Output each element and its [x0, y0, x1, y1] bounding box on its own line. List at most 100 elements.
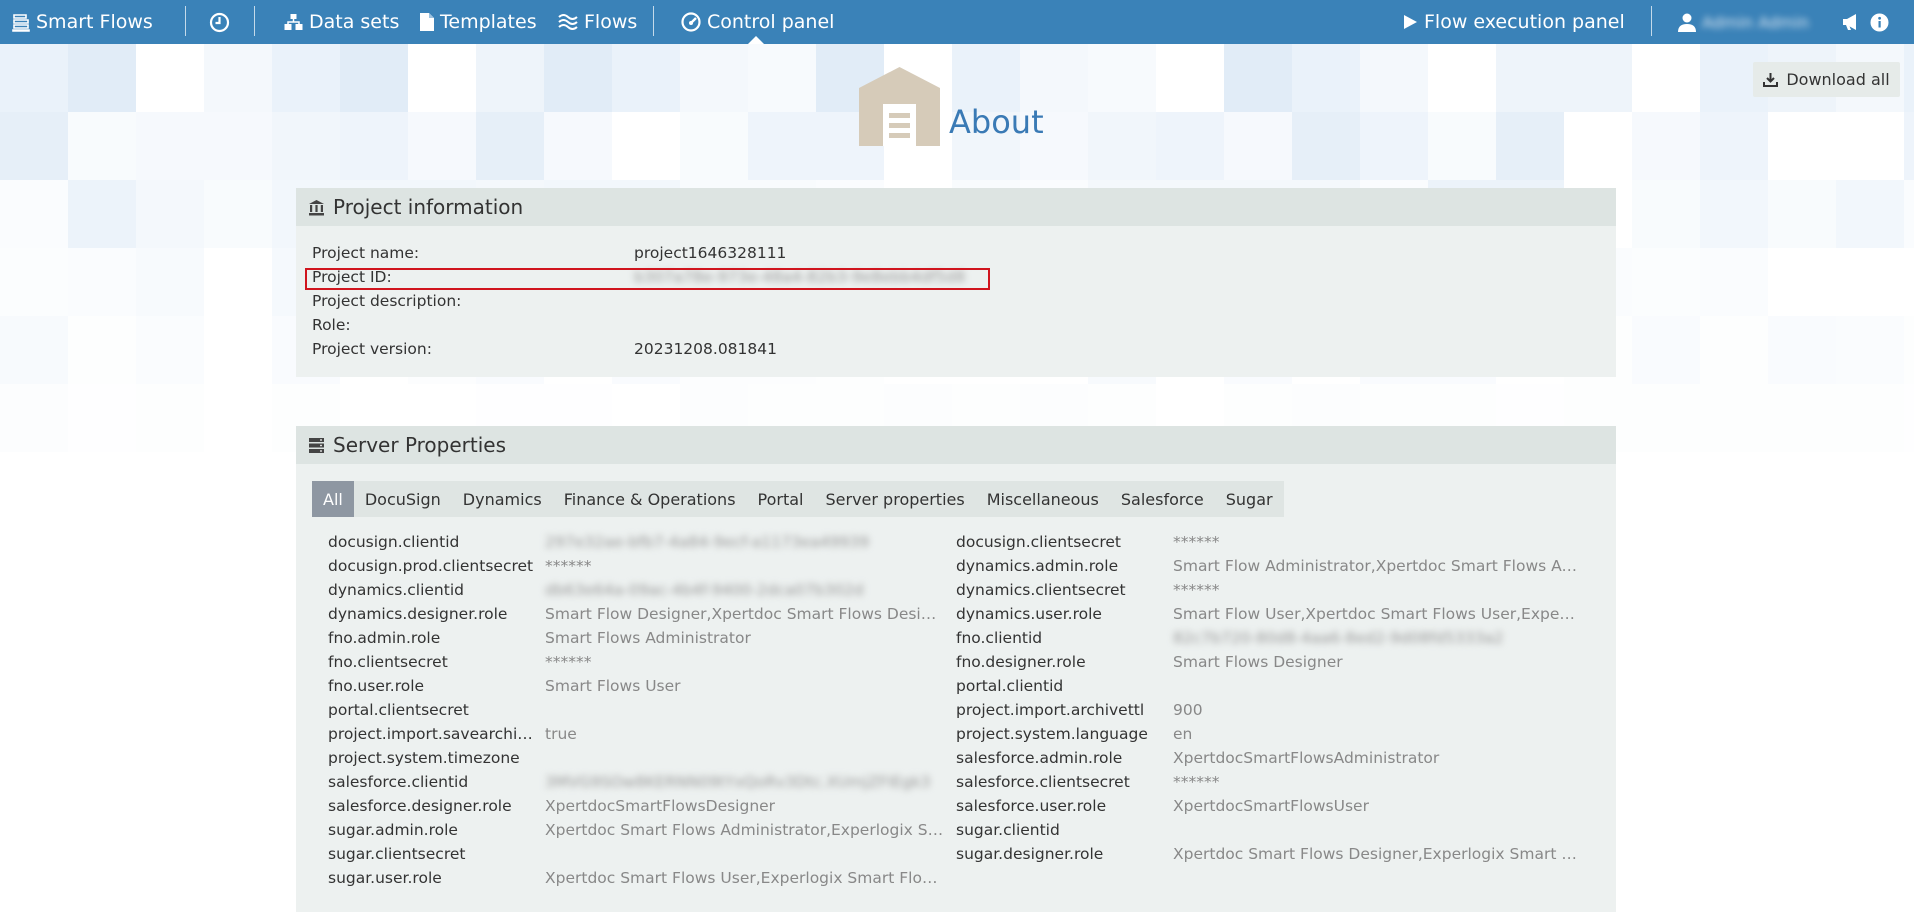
property-key: salesforce.admin.role: [956, 749, 1123, 767]
property-key: salesforce.clientid: [328, 773, 469, 791]
property-key: sugar.designer.role: [956, 845, 1104, 863]
project-info-label: Project description:: [312, 292, 462, 310]
flow-execution-panel-link[interactable]: Flow execution panel: [1403, 0, 1625, 44]
project-info-value: project1646328111: [634, 244, 787, 262]
download-all-button[interactable]: Download all: [1753, 62, 1900, 97]
property-value: Xpertdoc Smart Flows User,Experlogix Sma…: [545, 869, 945, 887]
institution-icon: [309, 199, 324, 215]
play-icon: [1404, 15, 1417, 29]
property-value: ******: [545, 557, 592, 575]
property-key: dynamics.user.role: [956, 605, 1102, 623]
info-button[interactable]: [1870, 0, 1889, 44]
brand-link[interactable]: Smart Flows: [12, 0, 153, 44]
active-tab-caret: [748, 36, 764, 44]
nav-control-panel-label: Control panel: [707, 11, 835, 33]
property-key: docusign.prod.clientsecret: [328, 557, 534, 575]
user-menu[interactable]: Admin Admin: [1678, 0, 1809, 44]
property-key: docusign.clientid: [328, 533, 460, 551]
dashboard-icon: [681, 12, 701, 32]
project-information-header: Project information: [296, 188, 1616, 226]
project-information-title: Project information: [333, 195, 524, 219]
property-key: sugar.clientsecret: [328, 845, 466, 863]
property-value: Xpertdoc Smart Flows Designer,Experlogix…: [1173, 845, 1578, 863]
sitemap-icon: [284, 14, 303, 30]
announcements-button[interactable]: [1842, 0, 1862, 44]
project-info-value: 20231208.081841: [634, 340, 777, 358]
info-icon: [1870, 13, 1889, 31]
property-key: salesforce.clientsecret: [956, 773, 1130, 791]
property-value: Smart Flows User: [545, 677, 681, 695]
property-key: salesforce.designer.role: [328, 797, 512, 815]
nav-data-sets[interactable]: Data sets: [284, 0, 399, 44]
tab-all[interactable]: All: [312, 481, 354, 517]
property-value: ******: [1173, 773, 1220, 791]
property-value: Smart Flows Designer: [1173, 653, 1343, 671]
property-value: ******: [1173, 581, 1220, 599]
property-key: dynamics.designer.role: [328, 605, 508, 623]
property-value: 82c7b720-80d8-4aa6-8ed2-9d08fd5333a2: [1173, 629, 1504, 647]
property-value: XpertdocSmartFlowsUser: [1173, 797, 1369, 815]
property-key: project.import.archivettl: [956, 701, 1145, 719]
property-value: ******: [1173, 533, 1220, 551]
property-tabs: All DocuSign Dynamics Finance & Operations P…: [312, 481, 1284, 517]
property-value: Smart Flow Designer,Xpertdoc Smart Flows…: [545, 605, 945, 623]
property-value: XpertdocSmartFlowsAdministrator: [1173, 749, 1440, 767]
smart-flows-logo-icon: [12, 14, 30, 32]
server-properties-panel: Server Properties All DocuSign Dynamics Fin…: [296, 426, 1616, 912]
download-icon: [1763, 73, 1779, 87]
property-key: dynamics.clientid: [328, 581, 464, 599]
tab-dynamics[interactable]: Dynamics: [452, 481, 553, 517]
project-id-highlight: [305, 268, 990, 290]
property-key: portal.clientid: [956, 677, 1064, 695]
property-value: 900: [1173, 701, 1203, 719]
property-value: 3MVG9SOw8KERNN09tYxQoRv3Dtc.XUmjZFIEgk3: [545, 773, 931, 791]
property-key: fno.admin.role: [328, 629, 441, 647]
property-key: project.system.language: [956, 725, 1148, 743]
property-key: sugar.clientid: [956, 821, 1060, 839]
megaphone-icon: [1843, 14, 1856, 30]
property-value: Smart Flows Administrator: [545, 629, 751, 647]
nav-data-sets-label: Data sets: [309, 11, 400, 33]
nav-templates[interactable]: Templates: [420, 0, 537, 44]
property-key: dynamics.admin.role: [956, 557, 1119, 575]
property-value: Xpertdoc Smart Flows Administrator,Exper…: [545, 821, 945, 839]
property-value: en: [1173, 725, 1193, 743]
project-info-label: Role:: [312, 316, 351, 334]
flow-execution-panel-label: Flow execution panel: [1424, 11, 1625, 33]
property-key: dynamics.clientsecret: [956, 581, 1126, 599]
nav-flows-label: Flows: [584, 11, 638, 33]
property-key: fno.user.role: [328, 677, 425, 695]
tab-docusign[interactable]: DocuSign: [354, 481, 452, 517]
property-value: db63e64a-09ac-4b4f-9400-2dca07b302d: [545, 581, 864, 599]
property-value: Smart Flow Administrator,Xpertdoc Smart …: [1173, 557, 1578, 575]
property-value: Smart Flow User,Xpertdoc Smart Flows Use…: [1173, 605, 1578, 623]
nav-templates-label: Templates: [440, 11, 537, 33]
property-key: docusign.clientsecret: [956, 533, 1121, 551]
clock-icon: [209, 12, 230, 32]
property-key: sugar.admin.role: [328, 821, 458, 839]
tab-salesforce[interactable]: Salesforce: [1110, 481, 1215, 517]
tab-finance-operations[interactable]: Finance & Operations: [553, 481, 747, 517]
property-key: sugar.user.role: [328, 869, 442, 887]
property-key: project.import.savearchi…: [328, 725, 533, 743]
nav-flows[interactable]: Flows: [558, 0, 637, 44]
history-button[interactable]: [209, 0, 230, 44]
property-value: 297e32ae-bfb7-4a84-9ecf-a1173ea49939: [545, 533, 870, 551]
tab-server-properties[interactable]: Server properties: [815, 481, 976, 517]
tab-portal[interactable]: Portal: [747, 481, 815, 517]
download-all-label: Download all: [1786, 70, 1890, 89]
property-key: fno.designer.role: [956, 653, 1086, 671]
user-icon: [1678, 13, 1696, 32]
file-icon: [420, 13, 434, 31]
flows-icon: [558, 14, 578, 30]
brand-label: Smart Flows: [36, 11, 153, 33]
property-key: fno.clientid: [956, 629, 1043, 647]
tab-sugar[interactable]: Sugar: [1215, 481, 1284, 517]
property-key: portal.clientsecret: [328, 701, 469, 719]
property-value: ******: [545, 653, 592, 671]
project-info-label: Project name:: [312, 244, 420, 262]
server-icon: [309, 437, 324, 453]
tab-miscellaneous[interactable]: Miscellaneous: [976, 481, 1110, 517]
property-value: XpertdocSmartFlowsDesigner: [545, 797, 776, 815]
server-properties-title: Server Properties: [333, 433, 507, 457]
